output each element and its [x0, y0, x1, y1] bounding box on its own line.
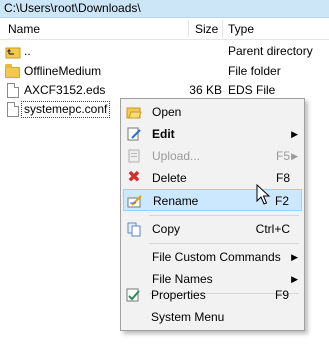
- file-type: EDS File: [228, 83, 276, 97]
- file-type: File folder: [228, 64, 281, 78]
- file-name: AXCF3152.eds: [24, 83, 106, 97]
- menu-item-label: File Custom Commands: [152, 250, 281, 264]
- column-type-header[interactable]: Type: [228, 22, 254, 36]
- file-row-parent[interactable]: .. Parent directory: [0, 42, 329, 61]
- open-folder-icon: [126, 104, 142, 120]
- submenu-arrow-icon: ▶: [291, 129, 298, 139]
- upload-icon: [126, 148, 142, 164]
- submenu-arrow-icon: ▶: [291, 151, 298, 161]
- menu-item-label: Open: [152, 105, 182, 119]
- menu-item-upload[interactable]: Upload... F5 ▶: [123, 145, 302, 167]
- menu-item-delete[interactable]: ✖ Delete F8: [123, 167, 302, 189]
- column-divider[interactable]: [188, 20, 189, 37]
- menu-item-edit[interactable]: Edit ▶: [123, 123, 302, 145]
- file-size: 36 KB: [189, 83, 222, 97]
- file-icon: [5, 102, 21, 117]
- folder-icon: [5, 64, 21, 79]
- menu-separator: [149, 243, 299, 244]
- menu-item-properties[interactable]: Properties F9: [122, 284, 301, 306]
- file-name: ..: [24, 44, 31, 58]
- menu-item-label: Copy: [152, 222, 181, 236]
- properties-icon: [125, 287, 141, 303]
- menu-item-system-menu[interactable]: System Menu: [122, 306, 301, 328]
- file-icon: [5, 83, 21, 98]
- menu-item-shortcut: F8: [275, 171, 290, 185]
- submenu-arrow-icon: ▶: [291, 252, 298, 262]
- mouse-cursor-icon: [256, 184, 271, 205]
- menu-item-file-custom-commands[interactable]: File Custom Commands ▶: [123, 246, 302, 268]
- column-header: Name Size Type: [0, 18, 329, 40]
- rename-icon: [127, 193, 143, 209]
- menu-item-shortcut: F9: [274, 288, 289, 302]
- menu-item-copy[interactable]: Copy Ctrl+C: [123, 218, 302, 240]
- menu-item-label: Properties: [151, 288, 206, 302]
- menu-item-shortcut: F5: [275, 149, 290, 163]
- file-name: systemepc.conf: [20, 101, 111, 118]
- menu-separator: [149, 215, 299, 216]
- file-name: OfflineMedium: [24, 64, 102, 78]
- column-name-header[interactable]: Name: [8, 22, 40, 36]
- menu-item-label: Edit: [152, 127, 175, 141]
- file-row-folder[interactable]: OfflineMedium File folder: [0, 62, 329, 81]
- file-type: Parent directory: [228, 44, 313, 58]
- menu-item-shortcut: Ctrl+C: [255, 222, 290, 236]
- menu-item-label: Rename: [153, 194, 199, 208]
- menu-item-shortcut: F2: [274, 194, 289, 208]
- column-divider[interactable]: [222, 20, 223, 37]
- path-bar[interactable]: C:\Users\root\Downloads\: [0, 0, 329, 18]
- copy-icon: [126, 221, 142, 237]
- menu-item-label: Delete: [152, 171, 187, 185]
- menu-item-open[interactable]: Open: [123, 101, 302, 123]
- menu-item-label: System Menu: [151, 310, 225, 324]
- delete-icon: ✖: [127, 169, 141, 186]
- menu-item-label: Upload...: [152, 149, 201, 163]
- parent-directory-icon: [5, 44, 21, 59]
- menu-item-rename[interactable]: Rename F2: [123, 189, 302, 211]
- edit-icon: [126, 126, 142, 142]
- column-size-header[interactable]: Size: [195, 22, 218, 36]
